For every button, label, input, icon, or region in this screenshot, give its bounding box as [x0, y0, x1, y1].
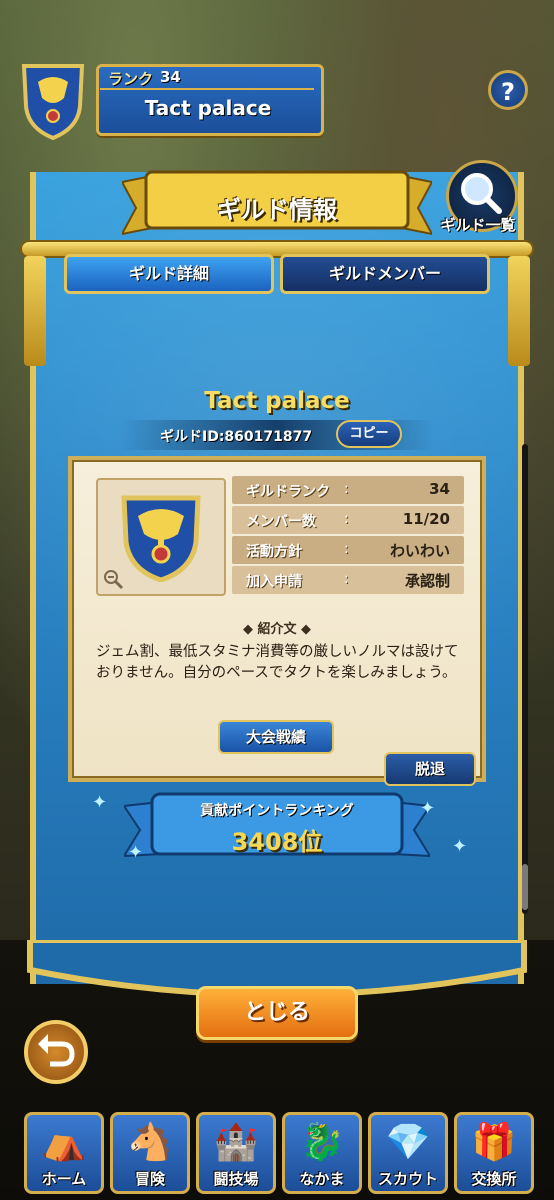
- arena-icon: 🏰: [213, 1122, 259, 1163]
- nav-arena[interactable]: 🏰 闘技場: [196, 1112, 276, 1194]
- rank-label: ランク: [108, 70, 154, 88]
- guild-name: Tact palace: [204, 388, 350, 414]
- guild-id: ギルドID:860171877: [160, 429, 313, 445]
- nav-home[interactable]: ⛺ ホーム: [24, 1112, 104, 1194]
- info-value: わいわい: [389, 542, 450, 560]
- help-button[interactable]: ?: [488, 70, 528, 110]
- nav-scout[interactable]: 💎 スカウト: [368, 1112, 448, 1194]
- info-row-members: メンバー数 : 11/20: [232, 506, 464, 534]
- scrollbar-thumb[interactable]: [522, 864, 528, 910]
- dialog-title: ギルド情報: [217, 196, 337, 224]
- guild-emblem-icon: [121, 495, 201, 582]
- tournament-record-button[interactable]: 大会戦績: [218, 720, 334, 754]
- header-guild-name: Tact palace: [144, 96, 272, 120]
- ranking-label: 貢献ポイントランキング: [200, 803, 354, 819]
- nav-adventure[interactable]: 🐴 冒険: [110, 1112, 190, 1194]
- info-row-policy: 活動方針 : わいわい: [232, 536, 464, 564]
- intro-text: ジェム割、最低スタミナ消費等の厳しいノルマは設けておりません。自分のペースでタク…: [96, 644, 459, 681]
- intro-heading: ◆ 紹介文 ◆: [242, 622, 312, 637]
- info-row-rank: ギルドランク : 34: [232, 476, 464, 504]
- monsters-icon: 🐉: [299, 1122, 345, 1163]
- info-label: 加入申請: [246, 574, 302, 590]
- left-tassel: [24, 256, 46, 366]
- copy-id-button[interactable]: コピー: [336, 420, 402, 448]
- back-button[interactable]: [24, 1020, 88, 1084]
- rank-value: 34: [160, 68, 181, 86]
- sparkle-icon: ✦: [420, 798, 436, 819]
- info-value: 34: [429, 480, 450, 498]
- guild-crest-icon[interactable]: [18, 58, 88, 140]
- rank-divider: [100, 88, 314, 90]
- shop-icon: 🎁: [471, 1122, 517, 1163]
- diamond-right-icon: ◆: [296, 622, 312, 637]
- close-button[interactable]: とじる: [196, 986, 358, 1040]
- info-row-application: 加入申請 : 承認制: [232, 566, 464, 594]
- crystal-icon: 💎: [385, 1122, 431, 1163]
- ranking-value: 3408位: [231, 828, 323, 856]
- sparkle-icon: ✦: [452, 836, 468, 857]
- info-value: 11/20: [402, 510, 450, 528]
- tent-icon: ⛺: [41, 1122, 87, 1163]
- nav-exchange[interactable]: 🎁 交換所: [454, 1112, 534, 1194]
- tab-guild-members[interactable]: ギルドメンバー: [280, 254, 490, 294]
- info-label: 活動方針: [246, 544, 302, 560]
- right-tassel: [508, 256, 530, 366]
- leave-guild-button[interactable]: 脱退: [384, 752, 476, 786]
- guild-list-label[interactable]: ギルド一覧: [428, 214, 528, 235]
- diamond-left-icon: ◆: [242, 622, 258, 637]
- wagon-icon: 🐴: [127, 1122, 173, 1163]
- sparkle-icon: ✦: [128, 842, 144, 863]
- nav-party[interactable]: 🐉 なかま: [282, 1112, 362, 1194]
- info-value: 承認制: [404, 572, 450, 590]
- scrollbar-track[interactable]: [522, 444, 528, 914]
- tab-guild-details[interactable]: ギルド詳細: [64, 254, 274, 294]
- zoom-icon[interactable]: [102, 568, 124, 590]
- info-label: ギルドランク: [246, 484, 330, 500]
- info-label: メンバー数: [246, 514, 316, 530]
- guild-info-table: ギルドランク : 34 メンバー数 : 11/20 活動方針 : わいわい 加入…: [232, 476, 464, 596]
- return-arrow-icon: [38, 1034, 75, 1067]
- sparkle-icon: ✦: [92, 792, 108, 813]
